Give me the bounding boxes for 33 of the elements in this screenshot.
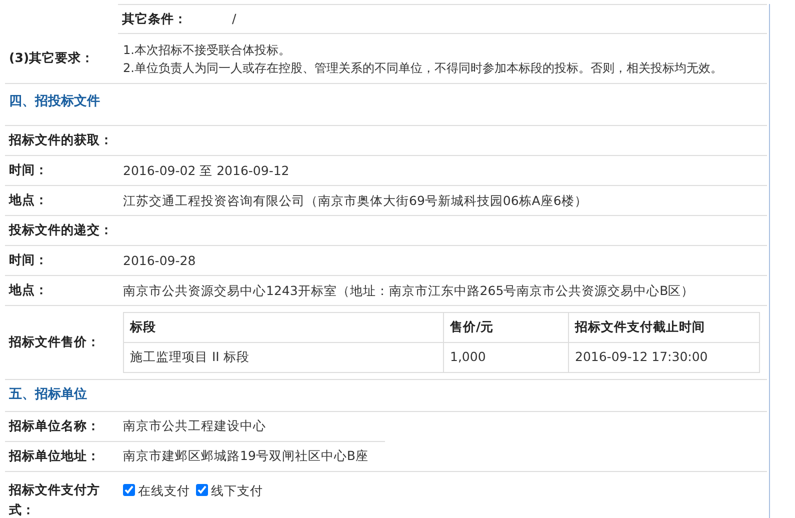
field-value: 南京市公共资源交易中心1243开标室（地址：南京市江东中路265号南京市公共资源交易中心B区）	[123, 282, 694, 300]
requirement-text: 1.本次招标不接受联合体投标。	[123, 42, 292, 58]
field-value: 2016-09-28	[123, 252, 196, 270]
field-value: 南京市公共工程建设中心	[123, 417, 266, 435]
field-label: 地点：	[8, 191, 49, 210]
column-header: 售价/元	[444, 312, 568, 342]
field-label: 招标单位名称：	[8, 416, 101, 435]
checkbox-label: 在线支付	[138, 482, 190, 498]
field-value: /	[232, 10, 236, 28]
field-label: 招标文件的获取：	[8, 131, 114, 150]
column-header: 标段	[124, 312, 444, 342]
table-cell: 施工监理项目 II 标段	[124, 342, 444, 372]
checkbox-label: 线下支付	[211, 482, 263, 498]
field-label: 招标文件售价：	[8, 332, 101, 351]
requirement-text: 2.单位负责人为同一人或存在控股、管理关系的不同单位，不得同时参加本标段的投标。否则，相关投标均无效。	[123, 60, 722, 76]
field-value: 南京市建邺区邺城路19号双闸社区中心B座	[123, 447, 368, 465]
field-label: 招标单位地址：	[8, 446, 101, 465]
field-value: 2016-09-02 至 2016-09-12	[123, 162, 290, 180]
field-label: 时间：	[8, 161, 49, 180]
section-heading: 四、招投标文件	[8, 92, 100, 111]
field-label: 其它条件：	[121, 10, 188, 28]
field-label: (3)其它要求：	[8, 49, 96, 68]
field-label: 地点：	[8, 281, 49, 300]
column-header: 招标文件支付截止时间	[568, 312, 760, 342]
table-cell: 2016-09-12 17:30:00	[568, 342, 760, 372]
checkbox[interactable]	[123, 484, 135, 496]
field-label: 投标文件的递交：	[8, 221, 114, 240]
section-heading: 五、招标单位	[8, 386, 87, 404]
field-label: 招标文件支付方式：	[8, 480, 101, 518]
field-value: 江苏交通工程投资咨询有限公司（南京市奥体大街69号新城科技园06栋A座6楼）	[123, 192, 588, 210]
table-cell: 1,000	[444, 342, 568, 372]
field-label: 时间：	[8, 251, 49, 270]
checkbox[interactable]	[196, 484, 208, 496]
